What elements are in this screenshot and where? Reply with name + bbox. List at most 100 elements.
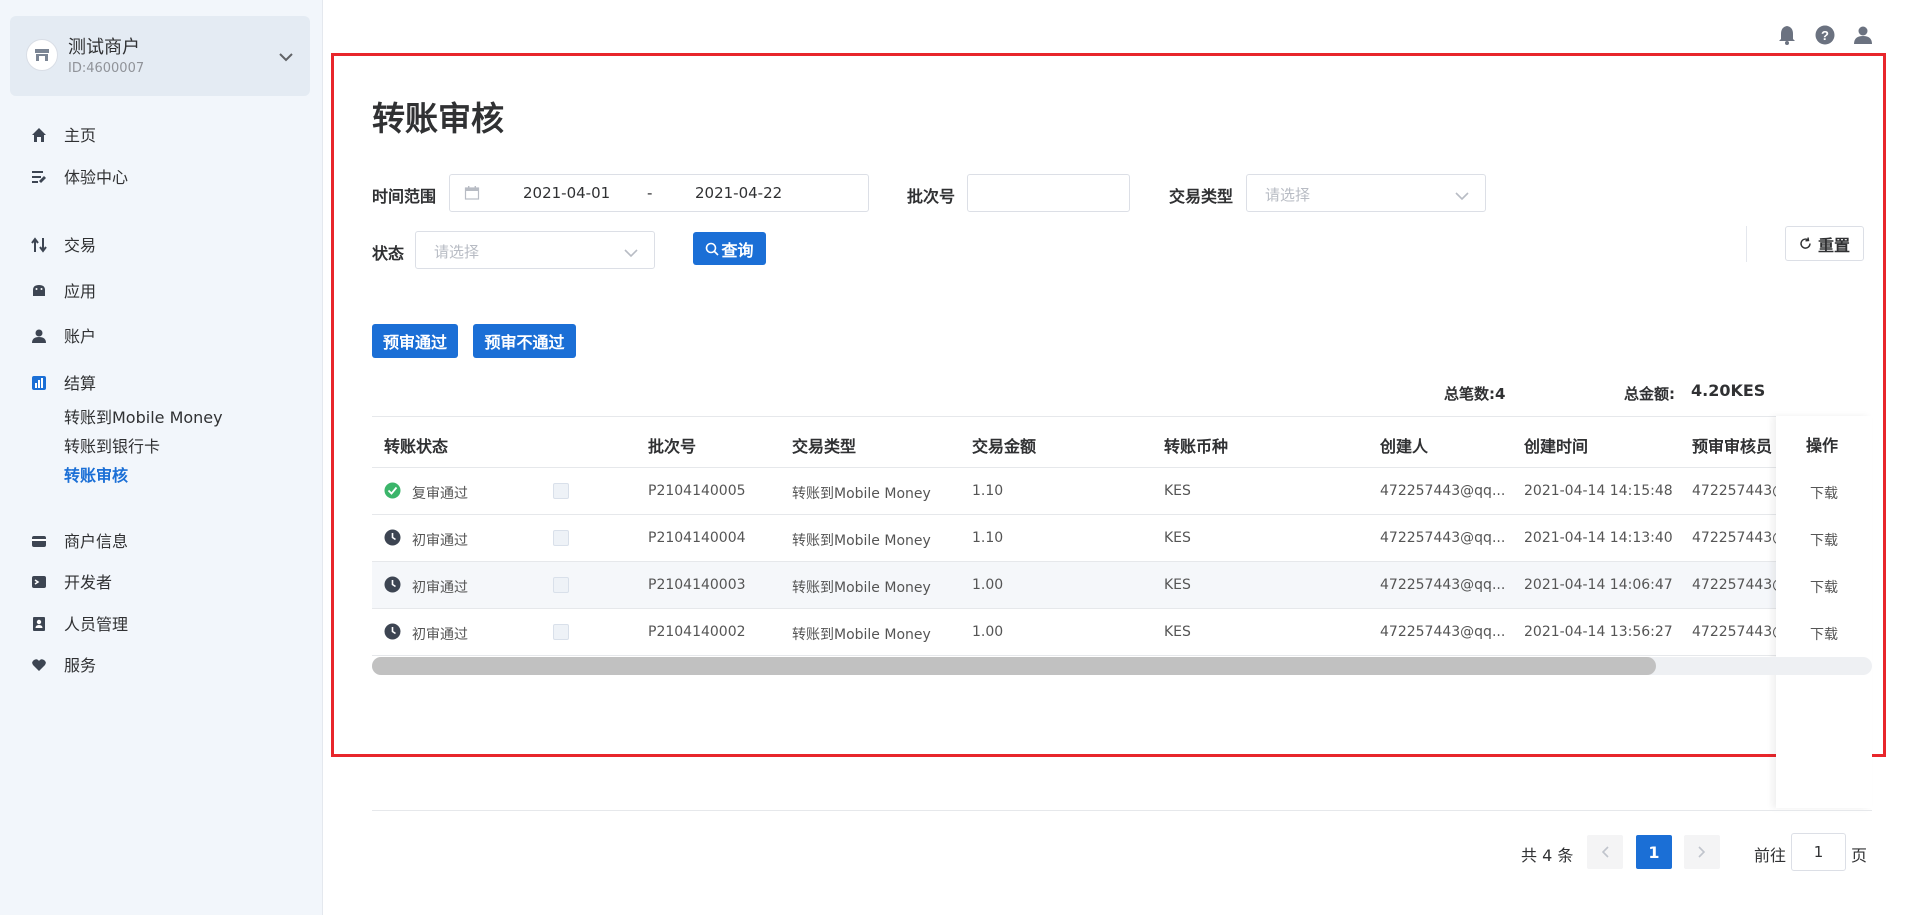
sidebar-item-experience[interactable]: 体验中心 — [0, 158, 323, 194]
merchant-switcher[interactable]: 测试商户 ID:4600007 — [10, 16, 310, 96]
col-currency: 转账币种 — [1164, 437, 1229, 456]
calendar-icon — [464, 185, 480, 205]
chevron-right-icon — [1698, 843, 1706, 862]
row-time: 2021-04-14 14:13:40 — [1524, 530, 1673, 546]
sidebar-item-label: 主页 — [64, 126, 97, 145]
row-time: 2021-04-14 13:56:27 — [1524, 624, 1673, 640]
col-reviewer: 预审审核员 — [1692, 437, 1773, 456]
sidebar-subitem-mobile-money[interactable]: 转账到Mobile Money — [64, 404, 223, 428]
android-icon — [30, 282, 47, 299]
sidebar-item-settlement[interactable]: 结算 — [0, 364, 323, 400]
sidebar-item-label: 账户 — [64, 327, 97, 346]
sidebar: 测试商户 ID:4600007 主页 体验中心 交易 应用 账户 结算 转账到M… — [0, 0, 323, 915]
table-row[interactable]: 初审通过 P2104140002 转账到Mobile Money 1.00 KE… — [372, 609, 1872, 656]
sidebar-item-merchant-info[interactable]: 商户信息 — [0, 522, 323, 558]
download-link[interactable]: 下载 — [1810, 624, 1838, 644]
scrollbar-thumb[interactable] — [372, 657, 1656, 675]
row-currency: KES — [1164, 577, 1191, 593]
profile-icon[interactable] — [1852, 24, 1874, 46]
date-range-picker[interactable]: 2021-04-01 - 2021-04-22 — [449, 174, 869, 212]
sidebar-item-label: 开发者 — [64, 573, 113, 592]
clock-icon — [384, 623, 401, 640]
col-transfer-status: 转账状态 — [384, 437, 449, 456]
sidebar-subitem-bank-card[interactable]: 转账到银行卡 — [64, 433, 160, 457]
date-end[interactable]: 2021-04-22 — [695, 184, 782, 202]
row-checkbox[interactable] — [553, 624, 569, 640]
download-link[interactable]: 下载 — [1810, 577, 1838, 597]
divider — [1746, 226, 1747, 262]
sidebar-item-apps[interactable]: 应用 — [0, 272, 323, 308]
total-amount-label: 总金额: — [1624, 385, 1675, 403]
query-button[interactable]: 查询 — [693, 232, 766, 265]
sidebar-item-account[interactable]: 账户 — [0, 317, 323, 353]
chevron-down-icon — [278, 47, 294, 66]
reset-button[interactable]: 重置 — [1785, 226, 1864, 261]
sidebar-item-label: 服务 — [64, 656, 97, 675]
sidebar-item-label: 商户信息 — [64, 532, 129, 551]
sidebar-item-developer[interactable]: 开发者 — [0, 563, 323, 599]
col-created-time: 创建时间 — [1524, 437, 1589, 456]
col-transaction-type: 交易类型 — [792, 437, 857, 456]
date-start[interactable]: 2021-04-01 — [523, 184, 610, 202]
download-link[interactable]: 下载 — [1810, 530, 1838, 550]
row-batch: P2104140002 — [648, 624, 746, 640]
check-circle-icon — [384, 482, 401, 499]
select-placeholder: 请选择 — [434, 243, 480, 261]
heart-icon — [30, 656, 47, 673]
help-icon[interactable]: ? — [1814, 24, 1836, 46]
pagination-total: 共 4 条 — [1521, 846, 1574, 865]
page-title: 转账审核 — [372, 99, 504, 138]
select-placeholder: 请选择 — [1265, 186, 1311, 204]
sidebar-item-label: 交易 — [64, 236, 97, 255]
row-reviewer: 472257443@ — [1692, 483, 1787, 499]
reset-label: 重置 — [1817, 235, 1850, 255]
bell-icon[interactable] — [1776, 24, 1798, 46]
prev-page-button[interactable] — [1587, 835, 1623, 869]
row-batch: P2104140005 — [648, 483, 746, 499]
sidebar-item-staff[interactable]: 人员管理 — [0, 605, 323, 641]
sidebar-item-transaction[interactable]: 交易 — [0, 226, 323, 262]
row-reviewer: 472257443@ — [1692, 577, 1787, 593]
goto-page-input[interactable]: 1 — [1791, 833, 1846, 871]
row-type: 转账到Mobile Money — [792, 533, 931, 549]
sidebar-item-home[interactable]: 主页 — [0, 116, 323, 152]
row-checkbox[interactable] — [553, 530, 569, 546]
col-amount: 交易金额 — [972, 437, 1037, 456]
sidebar-item-service[interactable]: 服务 — [0, 646, 323, 682]
download-link[interactable]: 下载 — [1810, 483, 1838, 503]
next-page-button[interactable] — [1684, 835, 1720, 869]
refresh-icon — [1799, 237, 1812, 250]
row-currency: KES — [1164, 483, 1191, 499]
sidebar-subitem-transfer-review[interactable]: 转账审核 — [64, 462, 128, 486]
row-checkbox[interactable] — [553, 483, 569, 499]
row-amount: 1.00 — [972, 577, 1004, 593]
row-checkbox[interactable] — [553, 577, 569, 593]
row-currency: KES — [1164, 530, 1191, 546]
status-select[interactable]: 请选择 — [415, 231, 655, 269]
transfer-arrows-icon — [30, 236, 47, 253]
goto-prefix: 前往 — [1754, 846, 1787, 865]
card-icon — [30, 532, 47, 549]
transaction-type-select[interactable]: 请选择 — [1246, 174, 1486, 212]
batch-input[interactable] — [967, 174, 1130, 212]
total-amount-value: 4.20KES — [1691, 381, 1766, 400]
col-creator: 创建人 — [1380, 437, 1429, 456]
pre-approve-button[interactable]: 预审通过 — [372, 324, 458, 358]
page-number[interactable]: 1 — [1636, 835, 1672, 869]
chevron-down-icon — [1455, 187, 1469, 205]
sidebar-item-label: 体验中心 — [64, 168, 129, 187]
col-operations: 操作 — [1806, 436, 1839, 455]
table-row[interactable]: 初审通过 P2104140003 转账到Mobile Money 1.00 KE… — [372, 562, 1872, 609]
row-type: 转账到Mobile Money — [792, 627, 931, 643]
total-count: 总笔数:4 — [1444, 385, 1506, 403]
row-creator: 472257443@qq... — [1380, 483, 1506, 499]
operations-column: 操作 下载 下载 下载 下载 — [1776, 416, 1872, 808]
date-separator: - — [647, 184, 653, 202]
pre-reject-button[interactable]: 预审不通过 — [473, 324, 576, 358]
table-row[interactable]: 初审通过 P2104140004 转账到Mobile Money 1.10 KE… — [372, 515, 1872, 562]
svg-text:?: ? — [1821, 28, 1829, 43]
merchant-name: 测试商户 — [68, 37, 140, 58]
row-creator: 472257443@qq... — [1380, 530, 1506, 546]
table-scrollbar[interactable] — [372, 657, 1872, 675]
table-row[interactable]: 复审通过 P2104140005 转账到Mobile Money 1.10 KE… — [372, 468, 1872, 515]
